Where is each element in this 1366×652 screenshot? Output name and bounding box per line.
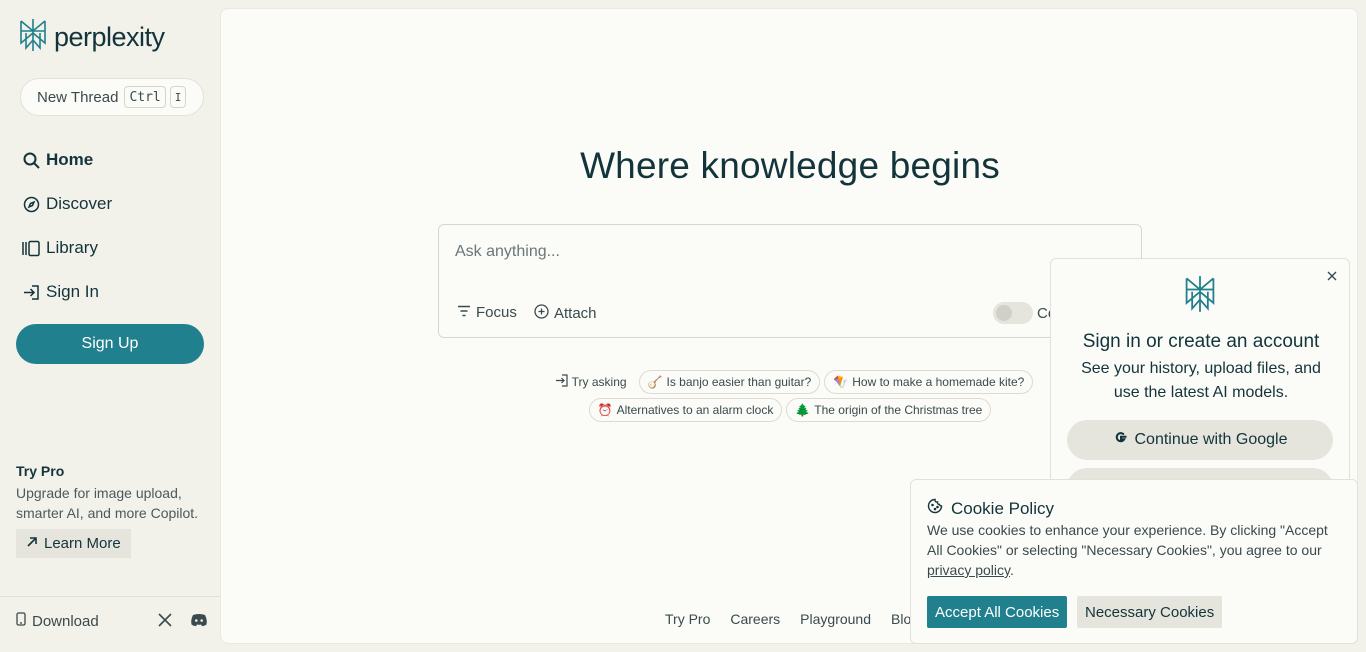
discord-icon[interactable] — [190, 613, 208, 627]
google-icon — [1113, 430, 1129, 451]
try-asking-label: Try asking — [547, 370, 635, 394]
close-icon[interactable] — [1325, 269, 1339, 283]
footer-link-try-pro[interactable]: Try Pro — [665, 611, 710, 627]
try-asking-text: Try asking — [571, 375, 627, 389]
search-icon — [22, 151, 40, 169]
accept-all-cookies-button[interactable]: Accept All Cookies — [927, 596, 1068, 628]
focus-button[interactable]: Focus — [457, 304, 517, 321]
shortcut-key-ctrl: Ctrl — [124, 86, 166, 108]
kite-icon: 🪁 — [833, 375, 849, 389]
suggestion-text: How to make a homemade kite? — [852, 375, 1025, 389]
alarm-clock-icon: ⏰ — [597, 403, 613, 417]
cookie-title: Cookie Policy — [951, 498, 1054, 518]
learn-more-label: Learn More — [44, 535, 121, 552]
footer-links: Try Pro Careers Playground Blog — [665, 611, 919, 627]
suggestion-text: The origin of the Christmas tree — [814, 403, 983, 417]
copilot-toggle[interactable] — [993, 302, 1033, 324]
banjo-icon: 🪕 — [647, 375, 663, 389]
shortcut-key-i: I — [169, 86, 187, 108]
sidebar-item-label: Discover — [46, 194, 113, 213]
necessary-cookies-button[interactable]: Necessary Cookies — [1077, 596, 1223, 628]
x-icon[interactable] — [158, 613, 172, 627]
logo[interactable]: perplexity — [18, 18, 165, 57]
cookie-banner: Cookie Policy We use cookies to enhance … — [910, 479, 1358, 644]
search-box: Focus Attach Co — [438, 224, 1142, 338]
library-icon — [22, 239, 40, 257]
phone-icon — [16, 612, 26, 630]
plus-circle-icon — [534, 304, 549, 323]
sign-in-subtitle: See your history, upload files, and use … — [1081, 360, 1321, 401]
page-title: Where knowledge begins — [580, 145, 1000, 186]
suggestion-chip[interactable]: 🪕 Is banjo easier than guitar? — [638, 370, 821, 394]
sidebar-item-home[interactable]: Home — [22, 138, 112, 182]
sign-up-button[interactable]: Sign Up — [16, 324, 204, 364]
cookie-icon — [927, 498, 943, 519]
arrow-up-right-icon — [26, 535, 38, 552]
sidebar: perplexity New Thread Ctrl I Home Discov… — [0, 0, 220, 652]
try-pro-panel: Try Pro Upgrade for image upload, smarte… — [16, 463, 206, 558]
download-link[interactable]: Download — [16, 612, 99, 630]
footer-link-playground[interactable]: Playground — [800, 611, 871, 627]
sidebar-item-library[interactable]: Library — [22, 226, 112, 270]
perplexity-logo-icon — [1183, 275, 1217, 318]
perplexity-logo-icon — [18, 18, 48, 57]
suggestion-text: Is banjo easier than guitar? — [666, 375, 812, 389]
learn-more-button[interactable]: Learn More — [16, 529, 131, 558]
tree-icon: 🌲 — [795, 403, 811, 417]
attach-label: Attach — [554, 305, 597, 322]
search-input[interactable] — [455, 243, 1095, 261]
attach-button[interactable]: Attach — [534, 304, 597, 323]
sidebar-item-label: Home — [46, 150, 94, 169]
sidebar-item-sign-in[interactable]: Sign In — [22, 270, 112, 314]
sidebar-nav: Home Discover Library Sign In — [22, 138, 112, 314]
sign-in-icon — [22, 283, 40, 301]
cookie-text-main: We use cookies to enhance your experienc… — [927, 522, 1328, 558]
sidebar-item-label: Sign In — [46, 282, 99, 301]
privacy-policy-link[interactable]: privacy policy — [927, 562, 1010, 578]
try-pro-title: Try Pro — [16, 463, 65, 479]
google-button-label: Continue with Google — [1134, 431, 1288, 448]
compass-icon — [22, 195, 40, 213]
footer-link-careers[interactable]: Careers — [730, 611, 780, 627]
sign-in-popup: Sign in or create an account See your hi… — [1050, 258, 1350, 508]
new-thread-label: New Thread — [37, 88, 119, 106]
arrow-right-icon — [555, 374, 568, 390]
cookie-header: Cookie Policy — [927, 498, 1054, 519]
sidebar-item-discover[interactable]: Discover — [22, 182, 112, 226]
suggestion-chip[interactable]: 🌲 The origin of the Christmas tree — [786, 398, 992, 422]
try-pro-description: Upgrade for image upload, smarter AI, an… — [16, 485, 199, 521]
cookie-text: We use cookies to enhance your experienc… — [927, 520, 1339, 580]
toggle-knob — [996, 305, 1012, 321]
logo-text: perplexity — [54, 22, 165, 52]
suggestion-chip[interactable]: ⏰ Alternatives to an alarm clock — [588, 398, 783, 422]
download-label: Download — [32, 612, 99, 630]
cookie-text-end: . — [1010, 562, 1014, 578]
focus-label: Focus — [476, 304, 517, 321]
sign-in-title: Sign in or create an account — [1082, 331, 1320, 352]
new-thread-button[interactable]: New Thread Ctrl I — [20, 78, 204, 116]
suggestion-text: Alternatives to an alarm clock — [616, 403, 774, 417]
continue-with-google-button[interactable]: Continue with Google — [1067, 420, 1333, 460]
sidebar-item-label: Library — [46, 238, 98, 257]
sidebar-footer: Download — [0, 596, 220, 652]
suggestion-chip[interactable]: 🪁 How to make a homemade kite? — [824, 370, 1034, 394]
filter-icon — [457, 304, 471, 321]
